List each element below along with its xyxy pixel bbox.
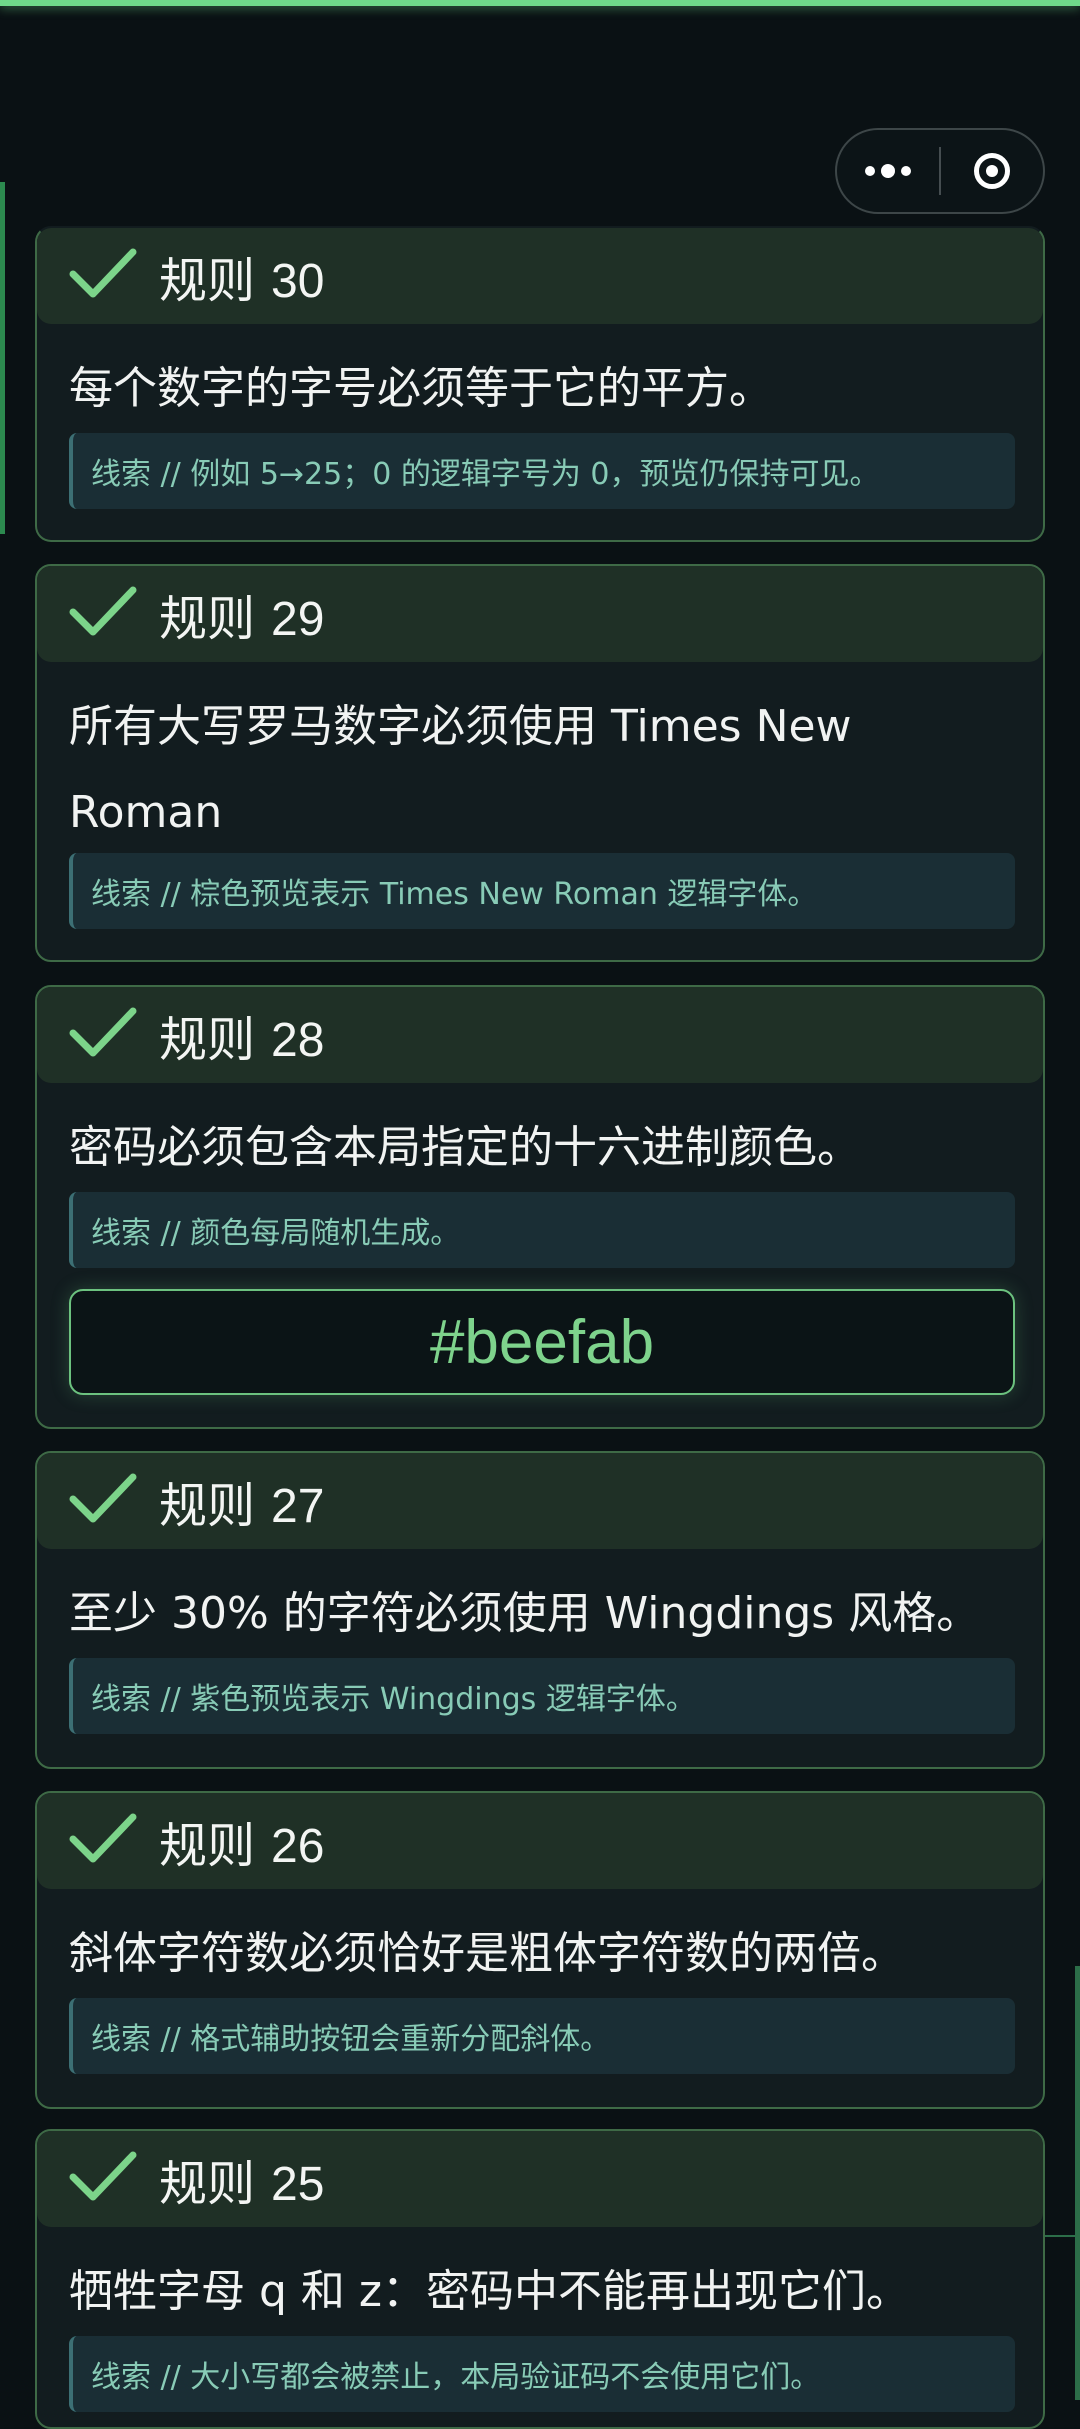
rule-clue: 线索 // 紫色预览表示 Wingdings 逻辑字体。 (69, 1658, 1015, 1734)
rule-clue: 线索 // 格式辅助按钮会重新分配斜体。 (69, 1998, 1015, 2074)
rule-card-header: 规则 28 (37, 987, 1043, 1083)
top-accent-bar (0, 0, 1080, 6)
rule-title: 规则 30 (159, 255, 325, 308)
rule-card-26: 规则 26 斜体字符数必须恰好是粗体字符数的两倍。 线索 // 格式辅助按钮会重新… (35, 1791, 1045, 2109)
hex-color-display: #beefab (69, 1289, 1015, 1395)
rule-text: 每个数字的字号必须等于它的平方。 (69, 363, 773, 414)
rule-text-line: 所有大写罗马数字必须使用 Times New Roman (69, 701, 852, 838)
check-icon (69, 1813, 137, 1863)
more-dots-icon[interactable] (837, 130, 939, 212)
rule-title: 规则 28 (159, 1014, 325, 1067)
rule-card-header: 规则 29 (37, 566, 1043, 662)
rule-card-header: 规则 25 (37, 2131, 1043, 2227)
rule-title: 规则 27 (159, 1480, 325, 1533)
rule-card-27: 规则 27 至少 30% 的字符必须使用 Wingdings 风格。 线索 // … (35, 1451, 1045, 1769)
rule-text: 牺牲字母 q 和 z：密码中不能再出现它们。 (69, 2266, 910, 2317)
rule-text: 密码必须包含本局指定的十六进制颜色。 (69, 1122, 861, 1173)
rule-card-header: 规则 30 (37, 228, 1043, 324)
check-icon (69, 1473, 137, 1523)
check-icon (69, 586, 137, 636)
rule-clue: 线索 // 颜色每局随机生成。 (69, 1192, 1015, 1268)
rule-clue: 线索 // 例如 5→25；0 的逻辑字号为 0，预览仍保持可见。 (69, 433, 1015, 509)
check-icon (69, 2151, 137, 2201)
left-scroll-indicator (0, 182, 5, 534)
check-icon (69, 1007, 137, 1057)
rule-text: 至少 30% 的字符必须使用 Wingdings 风格。 (69, 1588, 981, 1639)
mini-program-capsule (835, 128, 1045, 214)
rule-text: 斜体字符数必须恰好是粗体字符数的两倍。 (69, 1928, 905, 1979)
rule-card-30: 规则 30 每个数字的字号必须等于它的平方。 线索 // 例如 5→25；0 的逻… (35, 226, 1045, 542)
rule-title: 规则 26 (159, 1820, 325, 1873)
rule-title: 规则 25 (159, 2158, 325, 2211)
rule-title: 规则 29 (159, 593, 325, 646)
right-scroll-indicator (1075, 1966, 1080, 2400)
rule-card-header: 规则 26 (37, 1793, 1043, 1889)
target-circle-icon[interactable] (941, 130, 1043, 212)
check-icon (69, 248, 137, 298)
rule-clue: 线索 // 棕色预览表示 Times New Roman 逻辑字体。 (69, 853, 1015, 929)
rule-card-25: 规则 25 牺牲字母 q 和 z：密码中不能再出现它们。 线索 // 大小写都会被… (35, 2129, 1045, 2429)
rule-clue: 线索 // 大小写都会被禁止，本局验证码不会使用它们。 (69, 2336, 1015, 2412)
rule-card-header: 规则 27 (37, 1453, 1043, 1549)
rule-card-29: 规则29 所有大写罗马数字必须使用 Times New Roman 。 线索 /… (35, 564, 1045, 962)
rule-card-28: 规则 28 密码必须包含本局指定的十六进制颜色。 线索 // 颜色每局随机生成。 … (35, 985, 1045, 1429)
